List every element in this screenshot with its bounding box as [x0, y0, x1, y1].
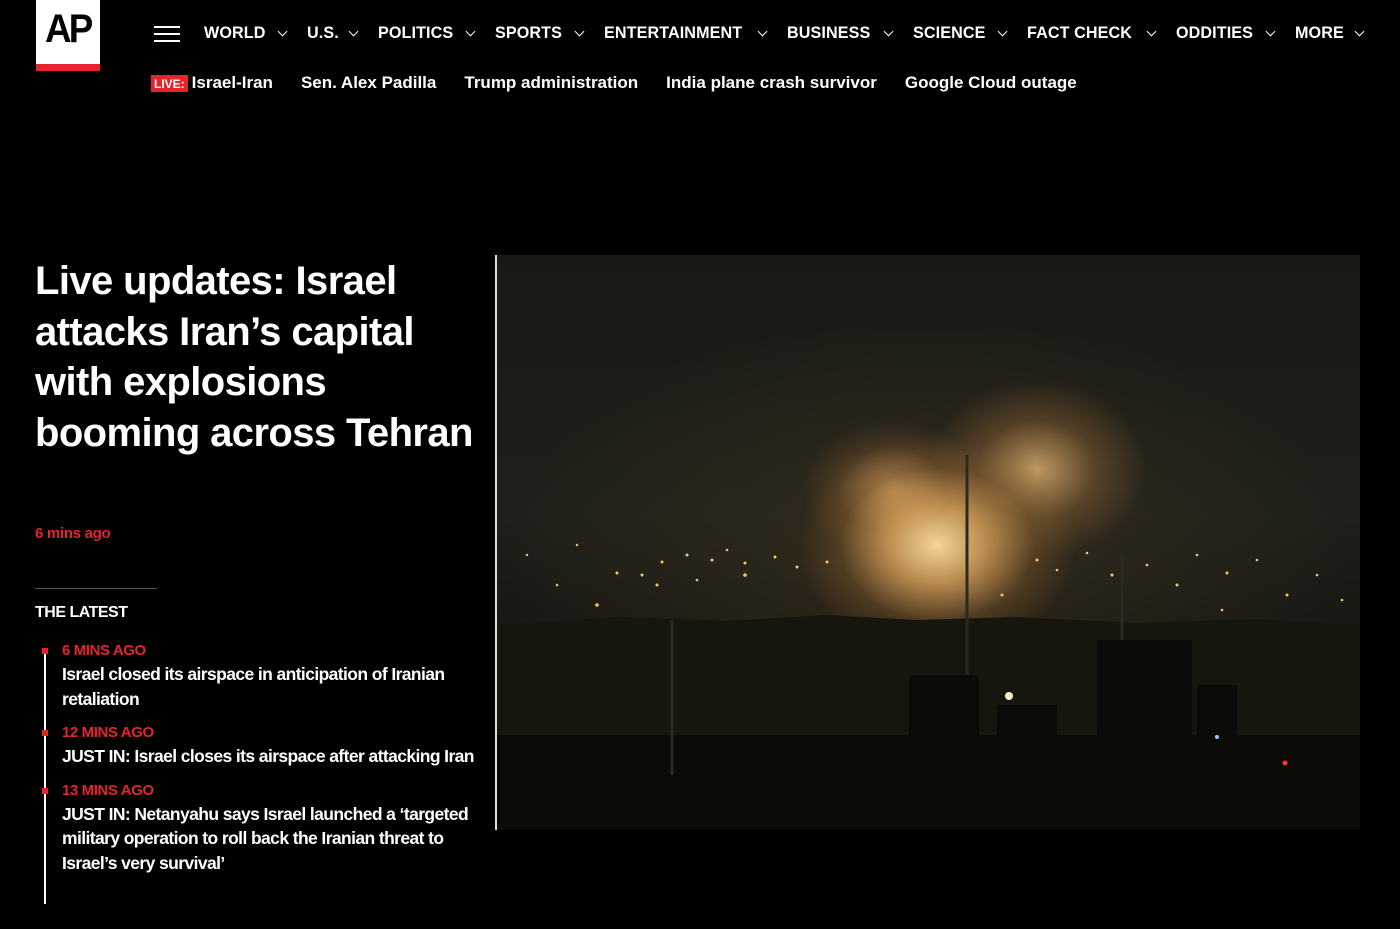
chevron-down-icon [465, 26, 476, 36]
trending-label: Sen. Alex Padilla [300, 73, 437, 92]
chevron-down-icon [1355, 26, 1365, 36]
latest-timeline: 6 MINS AGO Israel closed its airspace in… [35, 640, 475, 904]
latest-item[interactable]: 6 MINS AGO Israel closed its airspace in… [35, 640, 475, 711]
lead-photo[interactable] [495, 255, 1360, 830]
latest-item-time: 13 MINS AGO [62, 781, 154, 799]
nav-item-sports[interactable]: SPORTS [495, 23, 585, 43]
trending-bar: LIVE: Israel-Iran Sen. Alex Padilla Trum… [151, 71, 1105, 95]
chevron-down-icon [1146, 26, 1157, 36]
timeline-dot [42, 787, 48, 794]
trending-label: India plane crash survivor [666, 73, 877, 92]
chevron-down-icon [574, 26, 585, 36]
ap-logo[interactable]: AP [36, 0, 100, 71]
trending-link-india-plane-crash[interactable]: India plane crash survivor [666, 73, 877, 93]
nav-item-business[interactable]: BUSINESS [787, 23, 894, 43]
the-latest-heading: THE LATEST [35, 604, 128, 621]
lead-timestamp: 6 mins ago [35, 525, 111, 542]
trending-label: Trump administration [464, 73, 639, 92]
latest-item-text: JUST IN: Israel closes its airspace afte… [62, 746, 474, 766]
chevron-down-icon [997, 26, 1008, 36]
latest-item-text: JUST IN: Netanyahu says Israel launched … [62, 803, 469, 873]
nav-item-world[interactable]: WORLD [204, 23, 288, 43]
lead-headline[interactable]: Live updates: Israel attacks Iran’s capi… [35, 256, 475, 458]
trending-link-alex-padilla[interactable]: Sen. Alex Padilla [301, 73, 436, 93]
nav-item-more[interactable]: MORE [1295, 23, 1365, 43]
main-nav: WORLD U.S. POLITICS SPORTS ENTERTAINMENT… [204, 18, 1365, 48]
chevron-down-icon [757, 26, 768, 36]
red-light [1282, 760, 1288, 766]
nav-item-us[interactable]: U.S. [307, 23, 359, 43]
photo-night-skyline [497, 455, 1360, 830]
latest-item-text: Israel closed its airspace in anticipati… [62, 664, 445, 709]
trending-label: Israel-Iran [191, 73, 273, 92]
city-lights [525, 543, 1344, 622]
nav-item-entertainment[interactable]: ENTERTAINMENT [604, 23, 768, 43]
latest-item-time: 6 MINS AGO [62, 642, 146, 659]
trending-link-trump-administration[interactable]: Trump administration [464, 73, 638, 93]
blue-light [1215, 735, 1219, 739]
chevron-down-icon [277, 26, 288, 36]
nav-item-science[interactable]: SCIENCE [913, 23, 1008, 43]
nav-item-fact-check[interactable]: FACT CHECK [1027, 23, 1157, 43]
trending-link-google-cloud-outage[interactable]: Google Cloud outage [905, 73, 1077, 93]
latest-item[interactable]: 13 MINS AGO JUST IN: Netanyahu says Isra… [35, 780, 475, 876]
chevron-down-icon [883, 26, 894, 36]
nav-item-oddities[interactable]: ODDITIES [1176, 23, 1276, 43]
site-header: AP WORLD U.S. POLITICS SPORTS ENTERTAINM… [0, 0, 1400, 120]
timeline-dot [42, 730, 48, 736]
logo-text: AP [45, 6, 93, 51]
chevron-down-icon [348, 26, 359, 36]
latest-item[interactable]: 12 MINS AGO JUST IN: Israel closes its a… [35, 722, 475, 769]
bright-light [1005, 692, 1013, 700]
divider [35, 588, 157, 589]
timeline-dot [42, 648, 48, 654]
chevron-down-icon [1265, 26, 1276, 36]
hamburger-menu-icon[interactable] [154, 23, 180, 43]
trending-label: Google Cloud outage [904, 73, 1077, 92]
latest-item-time: 12 MINS AGO [62, 724, 154, 741]
live-badge: LIVE: [151, 74, 188, 92]
nav-item-politics[interactable]: POLITICS [378, 23, 476, 43]
trending-link-israel-iran[interactable]: LIVE: Israel-Iran [151, 73, 273, 93]
